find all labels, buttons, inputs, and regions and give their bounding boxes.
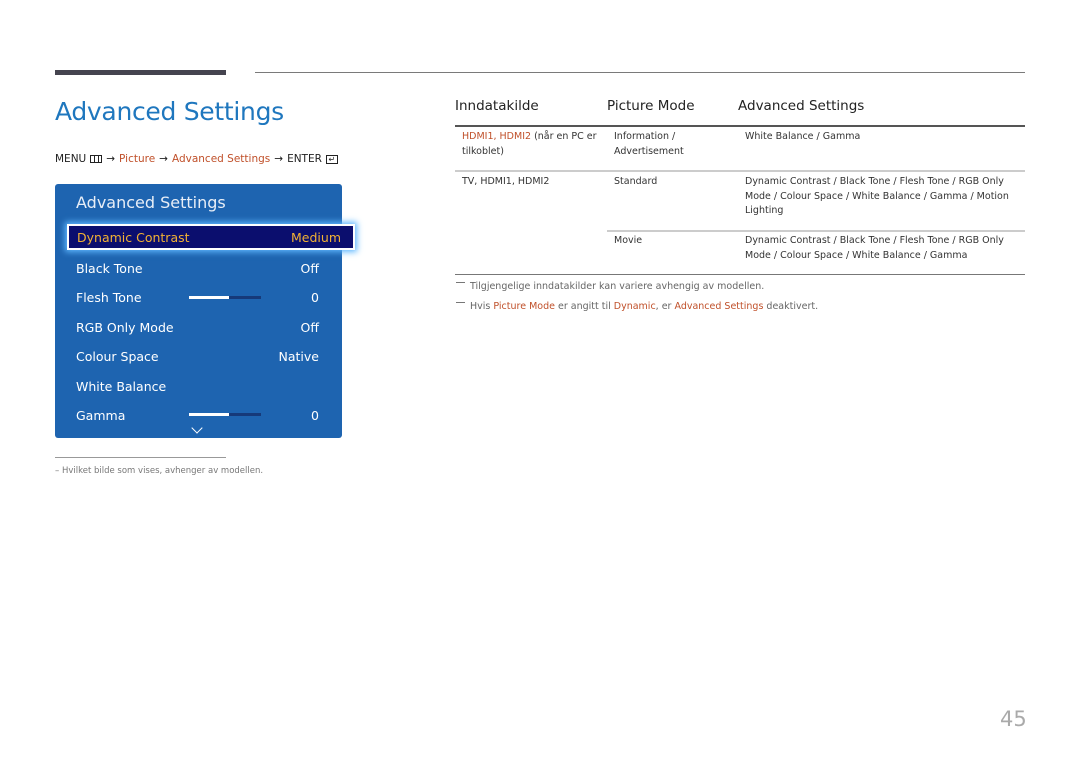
osd-item-label: Black Tone [76, 260, 143, 276]
table-cell-source: TV, HDMI1, HDMI2 [462, 176, 550, 187]
page-title: Advanced Settings [55, 97, 284, 126]
header-bar-thick [55, 70, 226, 75]
table-row-divider [455, 170, 1025, 172]
table-cell-mode: Movie [614, 235, 643, 246]
table-header-source: Inndatakilde [455, 98, 539, 114]
arrow: → [159, 153, 168, 165]
note-text: , er [655, 301, 675, 312]
osd-item-label: White Balance [76, 378, 167, 394]
osd-item-value: 0 [311, 407, 319, 423]
table-cell-mode: Information / Advertisement [614, 131, 684, 157]
note-picture-mode: Picture Mode [493, 301, 555, 312]
menu-path-advanced-settings: Advanced Settings [171, 153, 271, 165]
menu-path-picture: Picture [119, 153, 156, 165]
slider-fill [189, 296, 229, 299]
page-number: 45 [1000, 707, 1027, 731]
osd-item-white-balance[interactable]: White Balance [76, 373, 319, 399]
note-text: er angitt til [554, 301, 614, 312]
flesh-tone-slider[interactable] [189, 296, 261, 299]
table-cell-settings: Dynamic Contrast / Black Tone / Flesh To… [745, 235, 1004, 261]
osd-item-value: Native [278, 348, 319, 364]
table-end-rule [455, 274, 1025, 275]
note-dynamic-mode: Hvis Picture Mode er angitt til Dynamic,… [456, 301, 818, 312]
note-text: Tilgjengelige inndatakilder kan variere … [470, 281, 765, 292]
menu-grid-icon [90, 155, 103, 163]
table-header-rule [455, 125, 1025, 127]
note-dash-icon [456, 282, 465, 283]
table-cell-settings: White Balance / Gamma [745, 131, 861, 142]
note-advanced-settings: Advanced Settings [674, 301, 764, 312]
note-input-sources: Tilgjengelige inndatakilder kan variere … [456, 281, 764, 292]
table-header-picture-mode: Picture Mode [607, 98, 695, 114]
header-rule [255, 72, 1025, 73]
osd-item-value: Off [300, 260, 319, 276]
note-text: Hvis [470, 301, 491, 312]
table-cell-source: HDMI1, HDMI2 (når en PC er tilkoblet) [462, 130, 602, 159]
note-dynamic: Dynamic [613, 301, 656, 312]
osd-item-black-tone[interactable]: Black Tone Off [76, 255, 319, 281]
menu-path: MENU → Picture → Advanced Settings → ENT… [55, 153, 338, 165]
osd-item-label: RGB Only Mode [76, 319, 174, 335]
osd-item-colour-space[interactable]: Colour Space Native [76, 343, 319, 369]
footnote: – Hvilket bilde som vises, avhenger av m… [55, 466, 264, 476]
osd-item-value: Medium [291, 229, 341, 245]
osd-item-value: 0 [311, 289, 319, 305]
table-header-advanced-settings: Advanced Settings [738, 98, 865, 114]
footnote-divider [55, 457, 226, 458]
osd-item-label: Gamma [76, 407, 126, 423]
enter-icon: ↵ [325, 154, 338, 164]
enter-label: ENTER [287, 153, 322, 165]
osd-item-dynamic-contrast[interactable]: Dynamic Contrast Medium [67, 224, 355, 250]
note-text: deaktivert. [763, 301, 819, 312]
table-cell-settings: Dynamic Contrast / Black Tone / Flesh To… [745, 176, 1009, 217]
table-row-divider [607, 230, 1025, 232]
osd-item-rgb-only-mode[interactable]: RGB Only Mode Off [76, 314, 319, 340]
menu-label: MENU [55, 153, 87, 165]
table-cell-mode: Standard [614, 176, 658, 187]
osd-item-label: Dynamic Contrast [77, 229, 190, 245]
arrow: → [274, 153, 284, 165]
osd-menu-panel: Advanced Settings Dynamic Contrast Mediu… [55, 184, 355, 438]
osd-title: Advanced Settings [76, 193, 226, 212]
gamma-slider[interactable] [189, 413, 261, 416]
arrow: → [106, 153, 116, 165]
slider-fill [189, 413, 229, 416]
source-name: HDMI1, HDMI2 [462, 131, 532, 142]
osd-item-value: Off [300, 319, 319, 335]
osd-item-label: Flesh Tone [76, 289, 142, 305]
note-dash-icon [456, 302, 465, 303]
osd-item-label: Colour Space [76, 348, 159, 364]
